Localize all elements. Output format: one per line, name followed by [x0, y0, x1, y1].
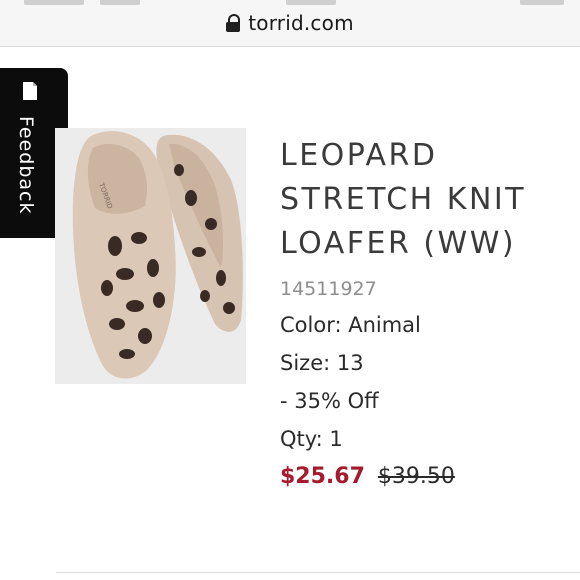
product-details: LEOPARD STRETCH KNIT LOAFER (WW) 1451192… — [280, 134, 570, 489]
status-bar-fragment — [520, 0, 564, 5]
feedback-label: Feedback — [15, 116, 37, 215]
product-color: Color: Animal — [280, 313, 421, 337]
product-size: Size: 13 — [280, 351, 364, 375]
product-sku: 14511927 — [280, 278, 377, 300]
feedback-icon — [23, 82, 37, 100]
product-title-line: LOAFER (WW) — [280, 226, 517, 261]
lock-icon — [226, 14, 241, 32]
status-bar-fragment — [286, 0, 336, 5]
product-title[interactable]: LEOPARD STRETCH KNIT LOAFER (WW) — [280, 134, 570, 266]
product-title-line: STRETCH KNIT — [280, 182, 527, 217]
product-discount: - 35% Off — [280, 389, 379, 413]
product-qty: Qty: 1 — [280, 427, 343, 451]
original-price: $39.50 — [377, 464, 455, 489]
product-title-line: LEOPARD — [280, 138, 438, 173]
url-text[interactable]: torrid.com — [248, 11, 354, 35]
divider — [56, 572, 580, 573]
price-row: $25.67 $39.50 — [280, 464, 570, 489]
sale-price: $25.67 — [280, 464, 365, 489]
status-bar-fragment — [100, 0, 140, 5]
status-bar-fragment — [24, 0, 84, 5]
browser-address-bar[interactable]: torrid.com — [0, 0, 580, 47]
product-image[interactable]: TORRID — [55, 128, 246, 384]
